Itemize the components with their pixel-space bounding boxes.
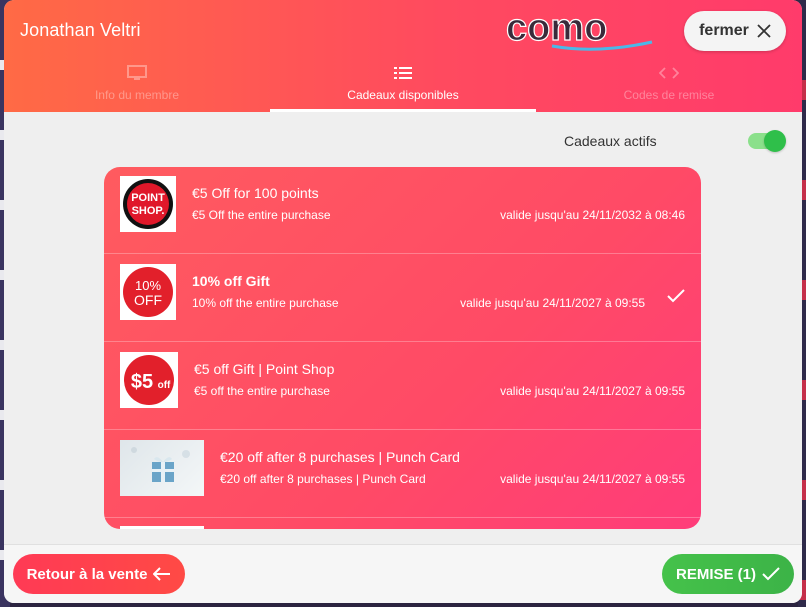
- gift-item[interactable]: $5 off €5 off Gift | Point Shop €5 off t…: [104, 343, 701, 430]
- point-shop-image: POINT SHOP.: [120, 176, 176, 232]
- arrow-left-icon: [153, 567, 171, 581]
- check-icon: [667, 289, 685, 303]
- back-to-sale-label: Retour à la vente: [26, 565, 148, 583]
- svg-text:$5: $5: [131, 371, 153, 393]
- list-icon: [394, 64, 412, 82]
- como-logo: como: [505, 8, 653, 51]
- gift-subtitle: €5 Off the entire purchase: [192, 208, 331, 222]
- active-gifts-label: Cadeaux actifs: [564, 133, 657, 149]
- tab-bar: Info du membre Cadeaux disponibles Codes…: [4, 64, 802, 112]
- modal-header: Jonathan Veltri como fermer Info du memb…: [4, 0, 802, 112]
- active-gifts-toggle-row: Cadeaux actifs: [564, 130, 786, 152]
- gift-title: €5 off Gift | Point Shop: [194, 361, 335, 377]
- svg-text:como: como: [506, 8, 607, 49]
- code-icon: [659, 64, 679, 82]
- tab-available-gifts-label: Cadeaux disponibles: [347, 88, 459, 102]
- gift-item[interactable]: 10% OFF 10% off Gift 10% off the entire …: [104, 255, 701, 342]
- member-modal: Jonathan Veltri como fermer Info du memb…: [4, 0, 802, 603]
- discount-button[interactable]: REMISE (1): [662, 554, 794, 594]
- close-label: fermer: [699, 22, 749, 39]
- check-icon: [762, 567, 780, 581]
- tab-member-info[interactable]: Info du membre: [4, 64, 270, 112]
- tab-available-gifts[interactable]: Cadeaux disponibles: [270, 64, 536, 112]
- gift-validity: valide jusqu'au 24/11/2027 à 09:55: [500, 472, 685, 486]
- tab-discount-codes[interactable]: Codes de remise: [536, 64, 802, 112]
- gift-subtitle: €5 off the entire purchase: [194, 384, 330, 398]
- ten-percent-off-image: 10% OFF: [120, 264, 176, 320]
- svg-text:SHOP.: SHOP.: [132, 205, 165, 217]
- gift-validity: valide jusqu'au 24/11/2027 à 09:55: [460, 296, 645, 310]
- gift-box-image: [120, 440, 204, 496]
- gifts-content: Cadeaux actifs POINT SHOP. €5 Off for 10…: [4, 112, 802, 544]
- toggle-knob: [764, 130, 786, 152]
- gift-item[interactable]: €20 off after 8 purchases | Punch Card €…: [104, 431, 701, 518]
- gift-item[interactable]: POINT SHOP. €5 Off for 100 points €5 Off…: [104, 167, 701, 254]
- five-off-image: $5 off: [120, 352, 178, 408]
- gift-list: POINT SHOP. €5 Off for 100 points €5 Off…: [104, 167, 701, 529]
- tab-member-info-label: Info du membre: [94, 88, 180, 102]
- gift-item-partial[interactable]: [104, 519, 701, 529]
- monitor-icon: [127, 64, 147, 82]
- discount-label: REMISE (1): [675, 565, 756, 583]
- gift-subtitle: 10% off the entire purchase: [192, 296, 339, 310]
- tab-discount-codes-label: Codes de remise: [623, 88, 715, 102]
- svg-text:OFF: OFF: [134, 292, 162, 308]
- svg-text:10%: 10%: [135, 278, 161, 293]
- gift-validity: valide jusqu'au 24/11/2027 à 09:55: [500, 384, 685, 398]
- close-button[interactable]: fermer: [684, 11, 786, 51]
- gift-title: 10% off Gift: [192, 273, 270, 289]
- gift-subtitle: €20 off after 8 purchases | Punch Card: [220, 472, 426, 486]
- back-to-sale-button[interactable]: Retour à la vente: [13, 554, 185, 594]
- gift-validity: valide jusqu'au 24/11/2032 à 08:46: [500, 208, 685, 222]
- gift-title: €20 off after 8 purchases | Punch Card: [220, 449, 460, 465]
- gift-title: €5 Off for 100 points: [192, 185, 319, 201]
- active-gifts-toggle[interactable]: [748, 130, 786, 152]
- gift-thumbnail: [120, 526, 204, 529]
- svg-text:off: off: [158, 380, 171, 391]
- close-icon: [757, 24, 771, 38]
- member-name: Jonathan Veltri: [20, 20, 141, 40]
- svg-text:POINT: POINT: [131, 192, 165, 204]
- modal-footer: Retour à la vente REMISE (1): [4, 544, 802, 603]
